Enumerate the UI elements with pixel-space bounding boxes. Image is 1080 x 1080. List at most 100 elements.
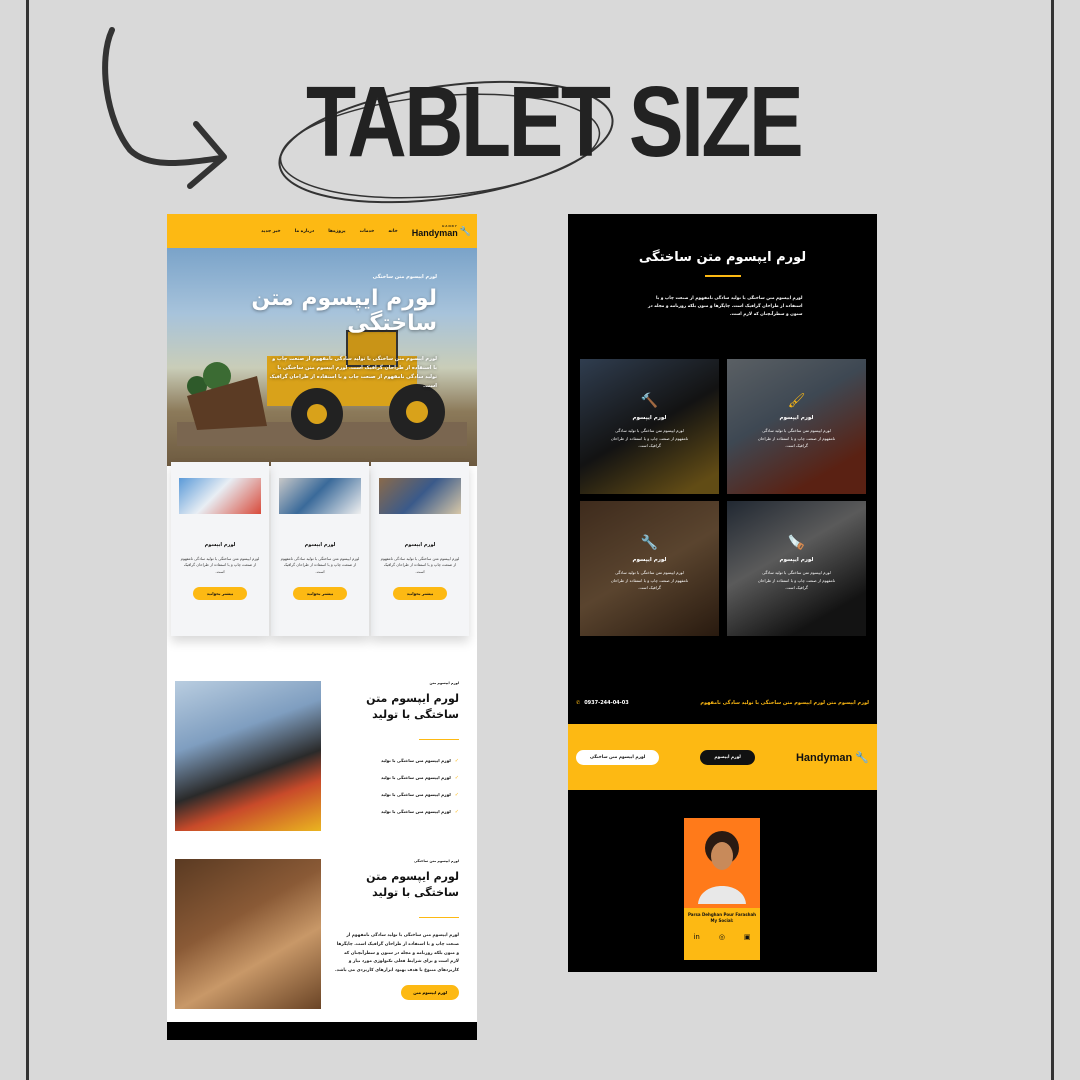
list-item-label: لورم ایپسوم متن ساختگی با تولید	[380, 775, 451, 781]
nav-link-about[interactable]: درباره ما	[295, 229, 315, 234]
section-title: لورم ایپسوم متن ساختگی با تولید	[366, 692, 459, 721]
service-tile[interactable]: 🔨 لورم ایپسوم لورم ایپسوم متن ساختگی با …	[580, 359, 719, 494]
section-divider	[419, 916, 459, 919]
services-intro: لورم ایپسوم متن ساختگی با تولید سادگی نا…	[648, 296, 803, 318]
profile-info: Parsa Dehghan Pour Farashah My Social: i…	[684, 908, 760, 960]
section-divider	[419, 738, 459, 741]
nav-link-projects[interactable]: پروژه‌ها	[328, 229, 345, 234]
tile-text: لورم ایپسوم متن ساختگی با تولید سادگی نا…	[610, 428, 689, 449]
service-card: لورم ایپسوم لورم ایپسوم متن ساختگی با تو…	[271, 462, 369, 636]
social-links: in ◎ ▣	[684, 933, 760, 941]
list-item: ✓ لورم ایپسوم متن ساختگی با تولید	[335, 758, 459, 764]
hammer-icon: 🔨	[640, 393, 659, 409]
check-icon: ✓	[454, 792, 459, 799]
section-paragraph: لورم ایپسوم متن ساختگی با تولید سادگی نا…	[335, 933, 459, 973]
check-icon: ✓	[454, 809, 459, 816]
check-icon: ✓	[454, 775, 459, 782]
brand-logo[interactable]: 🔧 Handyman	[796, 751, 869, 764]
card-text: لورم ایپسوم متن ساختگی با تولید سادگی نا…	[380, 556, 460, 574]
service-card: لورم ایپسوم لورم ایپسوم متن ساختگی با تو…	[371, 462, 469, 636]
tablet-mockup: 🔧 HANDY Handyman خانه خدمات پروژه‌ها درب…	[167, 214, 477, 1040]
about-section: لورم ایپسوم متن ساختگی لورم ایپسوم متن س…	[175, 859, 469, 1009]
paint-roller-icon: 🖌	[787, 393, 806, 409]
phone-icon: ✆	[576, 700, 581, 706]
section-kicker: لورم ایپسوم متن ساختگی	[413, 859, 459, 863]
services-title: لورم ایپسوم متن ساختگی	[638, 250, 807, 265]
nav-link-home[interactable]: خانه	[388, 229, 397, 234]
feature-list: ✓ لورم ایپسوم متن ساختگی با تولید ✓ لورم ا…	[335, 758, 459, 815]
whatsapp-icon[interactable]: ◎	[719, 933, 725, 941]
tile-title: لورم ایپسوم	[632, 557, 667, 563]
instagram-icon[interactable]: ▣	[744, 933, 751, 941]
service-cards: لورم ایپسوم لورم ایپسوم متن ساختگی با تو…	[171, 462, 469, 636]
tool-belt-image	[175, 681, 321, 831]
list-item: ✓ لورم ایپسوم متن ساختگی با تولید	[335, 775, 459, 781]
social-label: My Social:	[710, 918, 734, 924]
check-icon: ✓	[454, 758, 459, 765]
tile-content: 🔧 لورم ایپسوم لورم ایپسوم متن ساختگی با …	[580, 501, 719, 592]
woodwork-image	[175, 859, 321, 1009]
card-image	[279, 478, 361, 514]
section-kicker: لورم ایپسوم متن	[429, 681, 459, 685]
card-text: لورم ایپسوم متن ساختگی با تولید سادگی نا…	[180, 556, 260, 574]
tile-text: لورم ایپسوم متن ساختگی با تولید سادگی نا…	[757, 428, 836, 449]
tile-title: لورم ایپسوم	[779, 415, 814, 421]
profile-card: Parsa Dehghan Pour Farashah My Social: i…	[684, 818, 760, 960]
tile-title: لورم ایپسوم	[632, 415, 667, 421]
about-text: لورم ایپسوم متن ساختگی لورم ایپسوم متن س…	[321, 859, 469, 1009]
tile-content: 🖌 لورم ایپسوم لورم ایپسوم متن ساختگی با …	[727, 359, 866, 450]
wrench-icon: 🔧	[640, 535, 659, 551]
card-title: لورم ایپسوم	[404, 542, 436, 548]
secondary-button[interactable]: لورم ایپسوم متن ساختگی	[576, 749, 660, 765]
card-image	[379, 478, 461, 514]
title-divider	[704, 275, 741, 277]
tile-text: لورم ایپسوم متن ساختگی با تولید سادگی نا…	[757, 570, 836, 591]
list-item-label: لورم ایپسوم متن ساختگی با تولید	[380, 792, 451, 798]
contact-row: لورم ایپسوم متن لورم ایپسوم متن ساختگی ب…	[576, 700, 869, 706]
contact-text: لورم ایپسوم متن لورم ایپسوم متن ساختگی ب…	[700, 700, 869, 706]
read-more-button[interactable]: بیشتر بخوانید	[192, 587, 248, 601]
list-item: ✓ لورم ایپسوم متن ساختگی با تولید	[335, 809, 459, 815]
nav-link-services[interactable]: خدمات	[360, 229, 375, 234]
page-heading: TABLET SIZE	[306, 66, 804, 178]
read-more-button[interactable]: بیشتر بخوانید	[392, 587, 448, 601]
hero-title: لورم ایپسوم متن ساختگی	[251, 286, 437, 337]
dark-mockup: لورم ایپسوم متن ساختگی لورم ایپسوم متن س…	[568, 214, 877, 972]
read-more-button[interactable]: بیشتر بخوانید	[292, 587, 348, 601]
card-title: لورم ایپسوم	[204, 542, 236, 548]
tile-title: لورم ایپسوم	[779, 557, 814, 563]
hero-kicker: لورم ایپسوم متن ساختگی	[372, 274, 437, 280]
wrench-icon: 🔧	[855, 751, 869, 764]
list-item-label: لورم ایپسوم متن ساختگی با تولید	[380, 758, 451, 764]
wrench-icon: 🔧	[459, 225, 471, 236]
service-tile[interactable]: 🖌 لورم ایپسوم لورم ایپسوم متن ساختگی با …	[727, 359, 866, 494]
linkedin-icon[interactable]: in	[693, 933, 699, 941]
services-grid: 🖌 لورم ایپسوم لورم ایپسوم متن ساختگی با …	[580, 359, 866, 636]
features-section: لورم ایپسوم متن لورم ایپسوم متن ساختگی ب…	[175, 681, 469, 831]
card-text: لورم ایپسوم متن ساختگی با تولید سادگی نا…	[280, 556, 360, 574]
tile-content: 🔨 لورم ایپسوم لورم ایپسوم متن ساختگی با …	[580, 359, 719, 450]
phone-number[interactable]: ✆ 0937-244-04-03	[576, 700, 629, 706]
tile-text: لورم ایپسوم متن ساختگی با تولید سادگی نا…	[610, 570, 689, 591]
list-item-label: لورم ایپسوم متن ساختگی با تولید	[380, 809, 451, 815]
cta-band: 🔧 Handyman لورم ایپسوم لورم ایپسوم متن س…	[568, 724, 877, 790]
hero-section: لورم ایپسوم متن ساختگی لورم ایپسوم متن س…	[167, 248, 477, 466]
tile-content: 🪚 لورم ایپسوم لورم ایپسوم متن ساختگی با …	[727, 501, 866, 592]
section-title: لورم ایپسوم متن ساختگی با تولید	[366, 870, 459, 899]
service-card: لورم ایپسوم لورم ایپسوم متن ساختگی با تو…	[171, 462, 269, 636]
service-tile[interactable]: 🪚 لورم ایپسوم لورم ایپسوم متن ساختگی با …	[727, 501, 866, 636]
logo-text: Handyman	[411, 228, 458, 238]
nav-link-news[interactable]: خبر جدید	[261, 229, 281, 234]
hero-text: لورم ایپسوم متن ساختگی با تولید سادگی نا…	[269, 355, 438, 389]
brand-logo[interactable]: 🔧 HANDY Handyman	[412, 224, 471, 238]
tablet-footer	[167, 1022, 477, 1040]
primary-button[interactable]: لورم ایپسوم	[700, 749, 755, 765]
card-image	[179, 478, 261, 514]
service-tile[interactable]: 🔧 لورم ایپسوم لورم ایپسوم متن ساختگی با …	[580, 501, 719, 636]
section-cta-button[interactable]: لورم ایپسوم متن	[401, 985, 459, 1001]
card-title: لورم ایپسوم	[304, 542, 336, 548]
tablet-navbar: 🔧 HANDY Handyman خانه خدمات پروژه‌ها درب…	[167, 214, 477, 248]
logo-text: Handyman	[795, 751, 853, 764]
avatar	[684, 818, 760, 904]
features-text: لورم ایپسوم متن لورم ایپسوم متن ساختگی ب…	[321, 681, 469, 831]
